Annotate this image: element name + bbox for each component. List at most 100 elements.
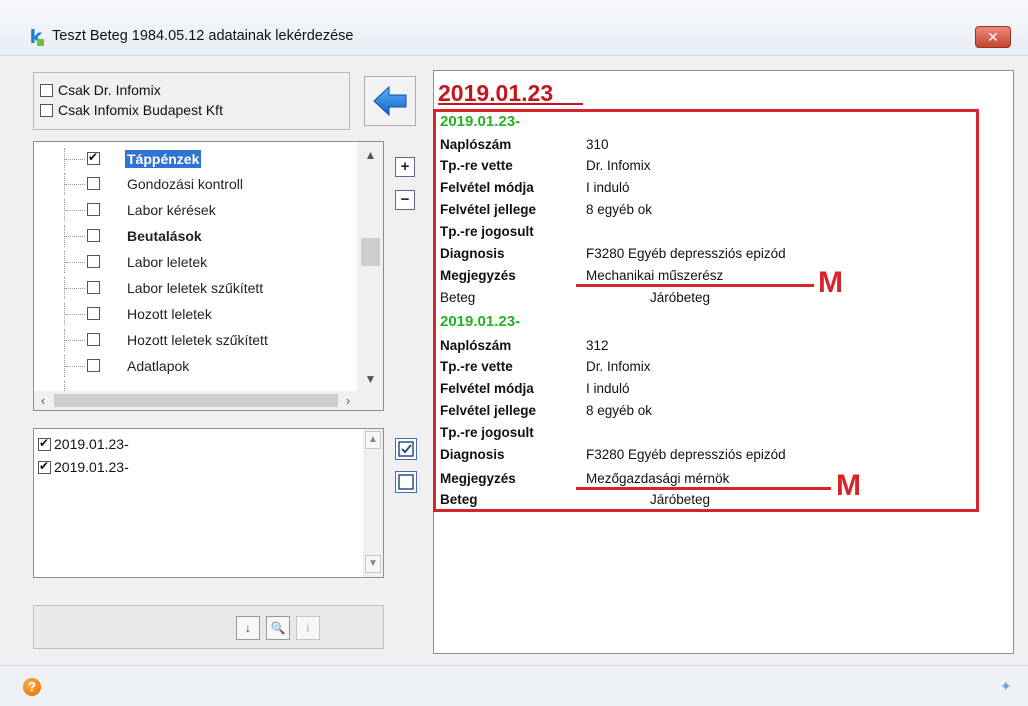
tree-item-tappenzek[interactable]: Táppénzek <box>34 148 354 170</box>
filter-group: Csak Dr. Infomix Csak Infomix Budapest K… <box>33 72 350 130</box>
field-key: Naplószám <box>440 137 512 152</box>
checkbox[interactable] <box>87 255 100 268</box>
pin-icon[interactable]: ✦ <box>1000 678 1016 694</box>
field-key: Felvétel jellege <box>440 403 537 418</box>
tree-item-label: Táppénzek <box>125 150 202 168</box>
field-value: F3280 Egyéb depressziós epizód <box>586 246 786 261</box>
field-value: Mezőgazdasági mérnök <box>586 471 730 486</box>
field-value: Dr. Infomix <box>586 359 651 374</box>
checkbox[interactable] <box>87 307 100 320</box>
sort-button[interactable]: ↓ <box>236 616 260 640</box>
scroll-corner <box>357 391 383 410</box>
filter-only-company[interactable]: Csak Infomix Budapest Kft <box>40 102 223 118</box>
list-vertical-scrollbar[interactable]: ▲ ▼ <box>363 429 383 577</box>
tree-item-gondozasi-kontroll[interactable]: Gondozási kontroll <box>34 173 354 195</box>
field-value: 310 <box>586 137 609 152</box>
info-icon: i <box>306 621 310 635</box>
arrow-left-icon <box>373 85 407 117</box>
help-icon[interactable]: ? <box>23 678 41 696</box>
scroll-down-arrow-icon[interactable]: ▼ <box>357 370 383 388</box>
checkbox[interactable] <box>87 229 100 242</box>
field-key: Felvétel módja <box>440 180 534 195</box>
field-key: Tp.-re vette <box>440 359 513 374</box>
category-tree[interactable]: Táppénzek Gondozási kontroll Labor kérés… <box>33 141 384 411</box>
tree-item-label: Labor kérések <box>127 202 216 218</box>
checked-box-icon <box>398 441 414 457</box>
field-key: Megjegyzés <box>440 268 516 283</box>
expand-all-button[interactable]: + <box>395 157 415 177</box>
preview-button[interactable]: 🔍 <box>266 616 290 640</box>
empty-box-icon <box>398 474 414 490</box>
field-value: F3280 Egyéb depressziós epizód <box>586 447 786 462</box>
field-key: Beteg <box>440 290 476 305</box>
tree-item-labor-leletek[interactable]: Labor leletek <box>34 251 354 273</box>
heading-underline <box>438 103 583 105</box>
scroll-left-arrow-icon[interactable]: ‹ <box>34 391 52 410</box>
uncheck-all-button[interactable] <box>395 471 417 493</box>
scroll-thumb[interactable] <box>54 394 338 407</box>
field-value: Dr. Infomix <box>586 158 651 173</box>
print-preview-icon: 🔍 <box>270 621 286 635</box>
record-date: 2019.01.23- <box>440 113 521 130</box>
window-title: Teszt Beteg 1984.05.12 adatainak lekérde… <box>52 28 354 44</box>
tree-item-label: Labor leletek szűkített <box>127 280 264 296</box>
tree-item-label: Hozott leletek <box>127 306 212 322</box>
checkbox[interactable] <box>87 177 100 190</box>
collapse-all-button[interactable]: − <box>395 190 415 210</box>
field-key: Felvétel jellege <box>440 202 537 217</box>
sort-az-icon: ↓ <box>245 621 251 635</box>
check-all-button[interactable] <box>395 438 417 460</box>
filter-only-company-label: Csak Infomix Budapest Kft <box>58 102 223 118</box>
tree-horizontal-scrollbar[interactable]: ‹ › <box>34 391 357 410</box>
checkbox[interactable] <box>38 436 51 451</box>
list-item-label: 2019.01.23- <box>54 436 129 452</box>
field-value: 8 egyéb ok <box>586 403 653 418</box>
checkbox[interactable] <box>87 359 100 372</box>
info-button[interactable]: i <box>296 616 320 640</box>
checkbox[interactable] <box>87 150 100 165</box>
back-button[interactable] <box>364 76 416 126</box>
list-item[interactable]: 2019.01.23- <box>38 436 129 452</box>
close-button[interactable]: ✕ <box>975 26 1011 48</box>
tree-item-labor-keresek[interactable]: Labor kérések <box>34 199 354 221</box>
field-key: Tp.-re vette <box>440 158 513 173</box>
field-key: Naplószám <box>440 338 512 353</box>
checkbox[interactable] <box>87 203 100 216</box>
field-value: Járóbeteg <box>650 290 711 305</box>
filter-only-doctor[interactable]: Csak Dr. Infomix <box>40 82 161 98</box>
record-list[interactable]: 2019.01.23- 2019.01.23- ▲ ▼ <box>33 428 384 578</box>
scroll-down-arrow-icon[interactable]: ▼ <box>365 555 381 573</box>
field-value: I induló <box>586 381 630 396</box>
scroll-up-arrow-icon[interactable]: ▲ <box>357 146 383 164</box>
tree-item-label: Adatlapok <box>127 358 190 374</box>
annotation-letter: M <box>836 469 861 502</box>
scroll-thumb[interactable] <box>361 238 380 266</box>
field-value: 8 egyéb ok <box>586 202 653 217</box>
scroll-right-arrow-icon[interactable]: › <box>339 391 357 410</box>
checkbox[interactable] <box>87 333 100 346</box>
field-key: Beteg <box>440 492 478 507</box>
checkbox[interactable] <box>87 281 100 294</box>
app-logo-icon: k <box>26 27 46 47</box>
field-value: Mechanikai műszerész <box>586 268 724 283</box>
checkbox[interactable] <box>38 459 51 474</box>
tree-item-label: Labor leletek <box>127 254 208 270</box>
tree-item-hozott-leletek-szukitett[interactable]: Hozott leletek szűkített <box>34 329 354 351</box>
tree-item-hozott-leletek[interactable]: Hozott leletek <box>34 303 354 325</box>
checkbox[interactable] <box>40 83 53 97</box>
tree-vertical-scrollbar[interactable]: ▲ ▼ <box>357 142 383 391</box>
list-item[interactable]: 2019.01.23- <box>38 459 129 475</box>
field-key: Felvétel módja <box>440 381 534 396</box>
field-key: Diagnosis <box>440 447 505 462</box>
title-bar: k Teszt Beteg 1984.05.12 adatainak lekér… <box>0 0 1028 56</box>
tree-item-labor-leletek-szukitett[interactable]: Labor leletek szűkített <box>34 277 354 299</box>
tree-item-beutalasok[interactable]: Beutalások <box>34 225 354 247</box>
annotation-letter: M <box>818 266 843 299</box>
field-value: 312 <box>586 338 609 353</box>
field-key: Tp.-re jogosult <box>440 425 534 440</box>
tree-item-adatlapok[interactable]: Adatlapok <box>34 355 354 377</box>
checkbox[interactable] <box>40 103 53 117</box>
annotation-underline <box>576 487 831 490</box>
scroll-up-arrow-icon[interactable]: ▲ <box>365 431 381 449</box>
tree-item-label: Hozott leletek szűkített <box>127 332 268 348</box>
